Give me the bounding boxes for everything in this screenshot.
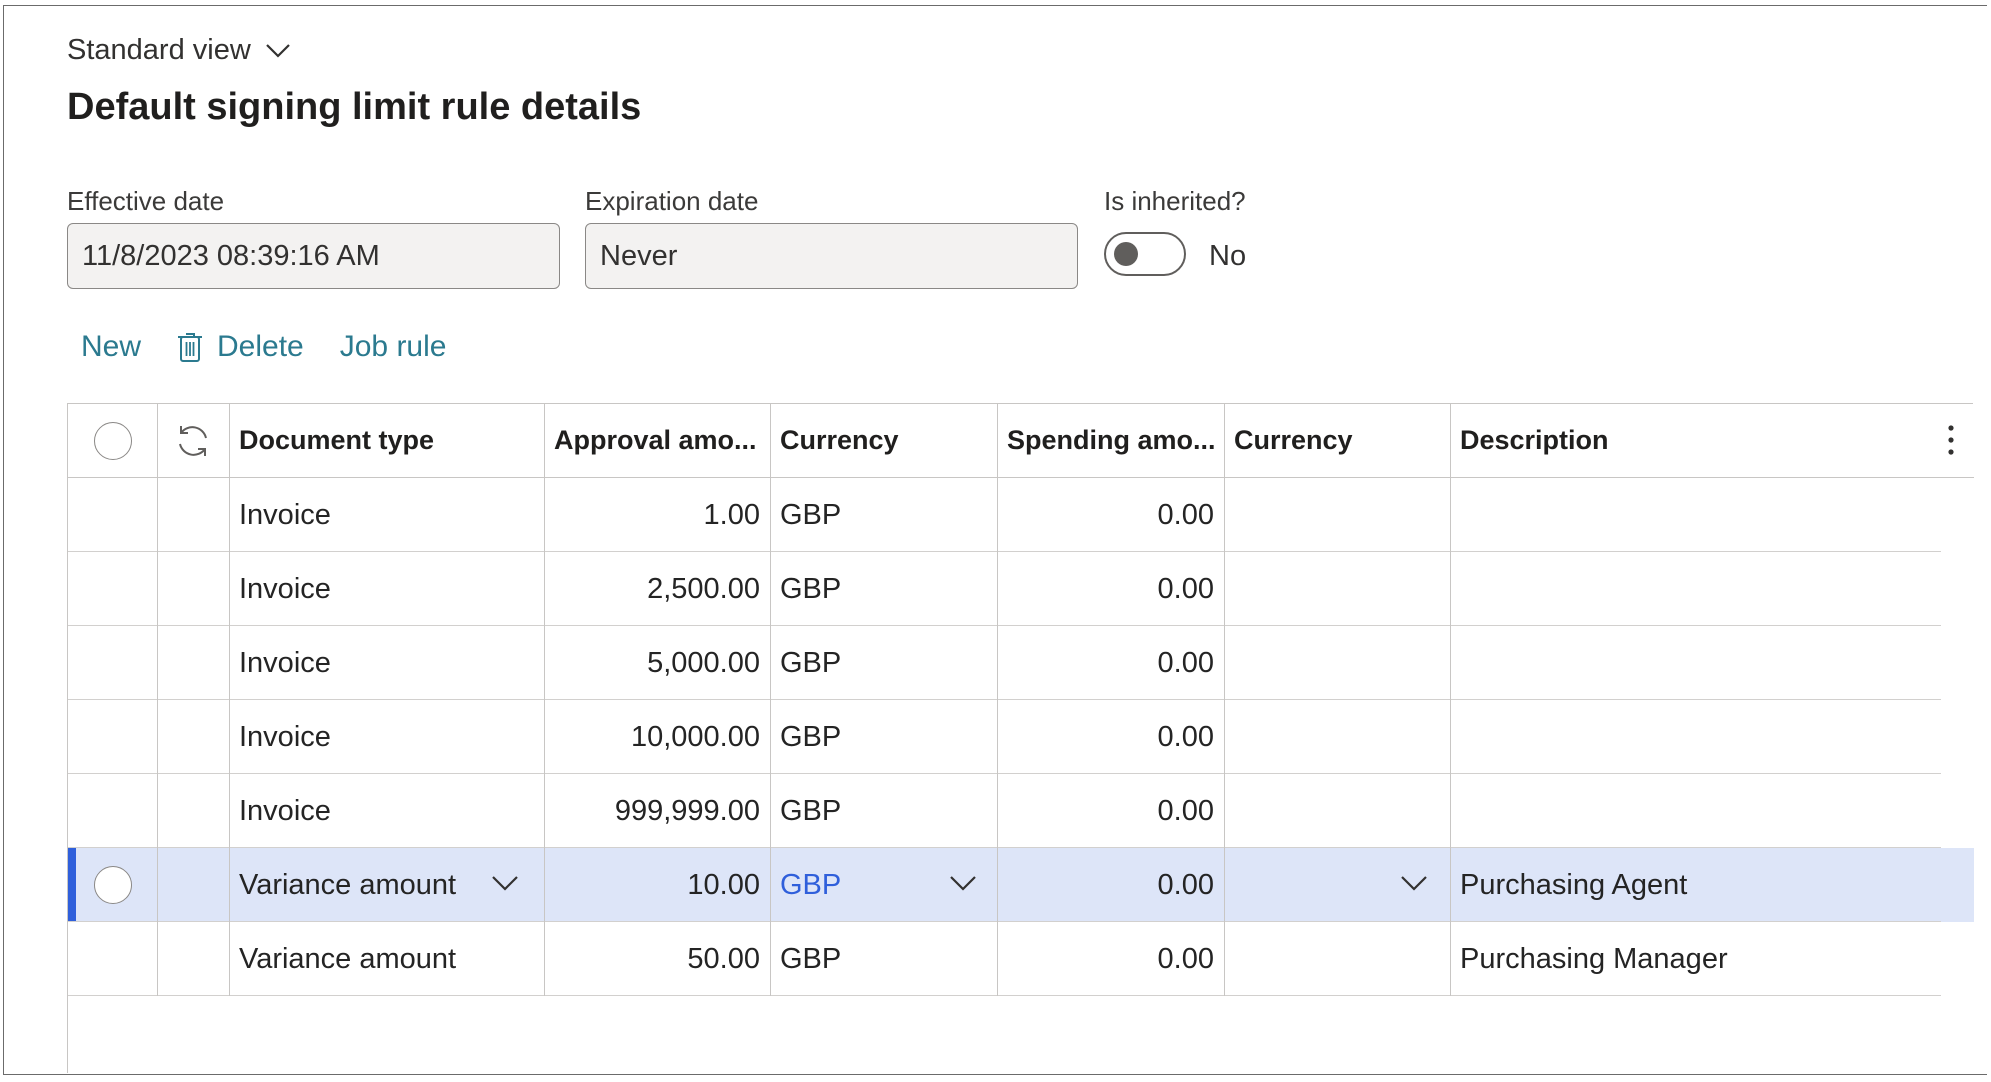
spending-currency-cell[interactable] <box>1224 626 1450 700</box>
table-row[interactable]: Invoice 999,999.00 GBP 0.00 <box>68 774 1974 848</box>
spending-currency-cell[interactable] <box>1224 700 1450 774</box>
spending-amount-cell[interactable]: 0.00 <box>997 626 1224 700</box>
trash-icon <box>178 332 203 362</box>
chevron-down-icon[interactable] <box>491 875 519 893</box>
view-selector[interactable]: Standard view <box>67 34 291 67</box>
description-cell[interactable] <box>1450 478 1930 552</box>
column-divider <box>1224 404 1225 996</box>
table-row[interactable]: Invoice 5,000.00 GBP 0.00 <box>68 626 1974 700</box>
spending-currency-cell[interactable] <box>1224 478 1450 552</box>
approval-amount-cell[interactable]: 50.00 <box>544 922 770 996</box>
new-button-label: New <box>81 330 142 363</box>
is-inherited-label: Is inherited? <box>1104 186 1246 216</box>
currency-cell[interactable]: GBP <box>770 700 997 774</box>
job-rule-button-label: Job rule <box>339 330 447 363</box>
spending-currency-cell[interactable] <box>1224 922 1450 996</box>
job-rule-button[interactable]: Job rule <box>340 330 447 364</box>
description-cell[interactable] <box>1450 700 1930 774</box>
column-divider <box>770 404 771 996</box>
document-type-cell[interactable]: Invoice <box>229 626 544 700</box>
header-currency[interactable]: Currency <box>770 404 997 477</box>
is-inherited-toggle[interactable] <box>1104 232 1186 276</box>
page-title: Default signing limit rule details <box>67 86 642 128</box>
spending-amount-cell[interactable]: 0.00 <box>997 922 1224 996</box>
expiration-date-field[interactable] <box>585 223 1078 289</box>
table-row[interactable]: Invoice 1.00 GBP 0.00 <box>68 478 1974 552</box>
chevron-down-icon[interactable] <box>1400 875 1428 893</box>
row-divider <box>68 995 1941 996</box>
spending-amount-cell[interactable]: 0.00 <box>997 848 1224 922</box>
spending-amount-cell[interactable]: 0.00 <box>997 700 1224 774</box>
table-row[interactable]: Invoice 10,000.00 GBP 0.00 <box>68 700 1974 774</box>
spending-amount-cell[interactable]: 0.00 <box>997 774 1224 848</box>
document-type-cell[interactable]: Variance amount <box>229 922 544 996</box>
toggle-knob <box>1114 242 1138 266</box>
row-select-cell <box>68 848 157 922</box>
header-approval-amount[interactable]: Approval amo... <box>544 404 770 477</box>
spending-currency-cell[interactable] <box>1224 552 1450 626</box>
row-checkbox[interactable] <box>93 866 132 904</box>
header-spending-amount[interactable]: Spending amo... <box>997 404 1224 477</box>
table-row[interactable]: Variance amount 50.00 GBP 0.00 Purchasing Ma… <box>68 922 1974 996</box>
chevron-down-icon[interactable] <box>949 875 977 893</box>
description-cell[interactable] <box>1450 774 1930 848</box>
refresh-icon[interactable] <box>173 421 213 461</box>
grid-header: Document type Approval amo... Currency S… <box>68 404 1974 478</box>
document-type-cell[interactable]: Invoice <box>229 700 544 774</box>
action-bar: New Delete Job rule <box>81 330 446 364</box>
spending-amount-cell[interactable]: 0.00 <box>997 552 1224 626</box>
new-button[interactable]: New <box>81 330 141 364</box>
description-cell[interactable]: Purchasing Agent <box>1450 848 1930 922</box>
column-divider <box>229 404 230 996</box>
currency-cell[interactable]: GBP <box>770 478 997 552</box>
expiration-date-label: Expiration date <box>585 186 759 216</box>
description-cell[interactable]: Purchasing Manager <box>1450 922 1930 996</box>
column-divider <box>544 404 545 996</box>
effective-date-field[interactable] <box>67 223 560 289</box>
spending-amount-cell[interactable]: 0.00 <box>997 478 1224 552</box>
refresh-cell <box>157 404 229 477</box>
signing-limits-grid: Document type Approval amo... Currency S… <box>67 403 1974 1073</box>
header-spending-currency[interactable]: Currency <box>1224 404 1450 477</box>
effective-date-label: Effective date <box>67 186 225 216</box>
header-description[interactable]: Description <box>1450 404 1930 477</box>
select-all-checkbox[interactable] <box>93 421 132 460</box>
currency-cell[interactable]: GBP <box>770 774 997 848</box>
approval-amount-cell[interactable]: 10,000.00 <box>544 700 770 774</box>
column-divider <box>997 404 998 996</box>
currency-cell[interactable]: GBP <box>770 552 997 626</box>
description-cell[interactable] <box>1450 552 1930 626</box>
more-options-icon[interactable] <box>1946 422 1956 458</box>
approval-amount-cell[interactable]: 10.00 <box>544 848 770 922</box>
approval-amount-cell[interactable]: 5,000.00 <box>544 626 770 700</box>
description-cell[interactable] <box>1450 626 1930 700</box>
delete-button[interactable]: Delete <box>177 330 304 364</box>
is-inherited-value: No <box>1209 240 1247 272</box>
column-divider <box>157 404 158 996</box>
chevron-down-icon <box>266 43 290 58</box>
approval-amount-cell[interactable]: 2,500.00 <box>544 552 770 626</box>
spending-currency-cell[interactable] <box>1224 774 1450 848</box>
table-row[interactable]: Variance amount 10.00 GBP 0.00 Purchasing Ag… <box>68 848 1974 922</box>
header-document-type[interactable]: Document type <box>229 404 544 477</box>
approval-amount-cell[interactable]: 1.00 <box>544 478 770 552</box>
delete-button-label: Delete <box>217 330 304 363</box>
approval-amount-cell[interactable]: 999,999.00 <box>544 774 770 848</box>
document-type-cell[interactable]: Invoice <box>229 774 544 848</box>
currency-cell[interactable]: GBP <box>770 922 997 996</box>
select-all-cell <box>68 404 157 477</box>
table-row[interactable]: Invoice 2,500.00 GBP 0.00 <box>68 552 1974 626</box>
document-type-cell[interactable]: Invoice <box>229 478 544 552</box>
column-divider <box>1450 404 1451 996</box>
view-selector-label: Standard view <box>67 34 251 66</box>
currency-cell[interactable]: GBP <box>770 626 997 700</box>
document-type-cell[interactable]: Invoice <box>229 552 544 626</box>
